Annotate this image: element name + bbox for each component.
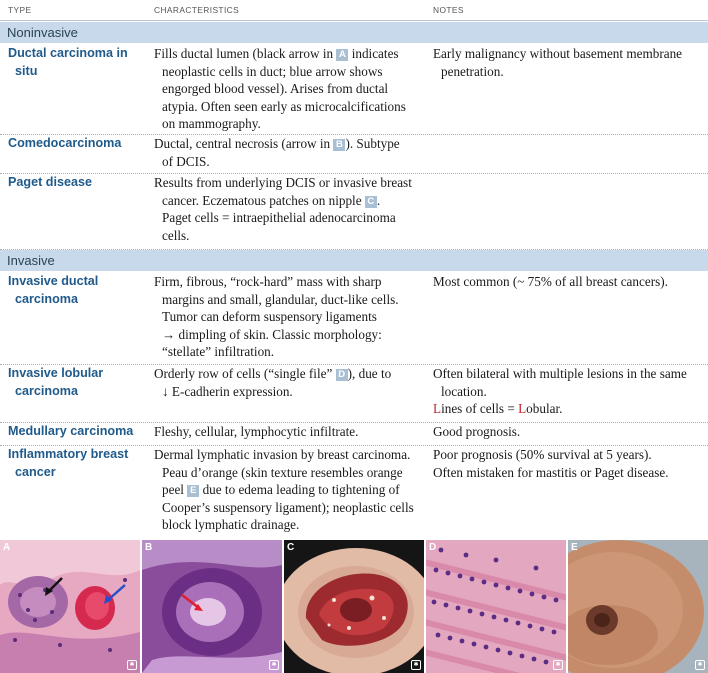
ref-box-d: D — [335, 369, 348, 381]
photo-label: E — [571, 542, 578, 553]
histology-dcis-image: A ✱ — [0, 540, 140, 673]
notes-cell: Early malignancy without basement membra… — [433, 46, 683, 79]
watermark-icon: ✱ — [411, 660, 421, 670]
characteristics-cell: Fills ductal lumen (black arrow in A ind… — [154, 46, 406, 131]
table-row-paget-disease: Paget disease Results from underlying DC… — [0, 174, 708, 250]
histology-comedo-image: B ✱ — [142, 540, 282, 673]
table-row-comedocarcinoma: Comedocarcinoma Ductal, central necrosis… — [0, 135, 708, 174]
ref-box-a: A — [336, 49, 349, 61]
paget-nipple-photo: C ✱ — [284, 540, 424, 673]
notes-cell: Poor prognosis (50% survival at 5 years)… — [433, 447, 669, 480]
characteristics-cell: Ductal, central necrosis (arrow in B). S… — [154, 136, 400, 169]
ref-box-b: B — [333, 139, 346, 151]
table-row-invasive-lobular: Invasive lobular carcinoma Orderly row o… — [0, 365, 708, 423]
type-cell: Invasive lobular carcinoma — [8, 366, 104, 398]
table-row-inflammatory: Inflammatory breast cancer Dermal lympha… — [0, 446, 708, 538]
table-row-dcis: Ductal carcinoma in situ Fills ductal lu… — [0, 45, 708, 135]
section-noninvasive: Noninvasive — [0, 22, 708, 43]
header-characteristics: CHARACTERISTICS — [154, 5, 240, 15]
ref-box-c: C — [364, 195, 377, 208]
watermark-icon: ✱ — [127, 660, 137, 670]
characteristics-cell: Dermal lymphatic invasion by breast carc… — [154, 447, 414, 532]
photo-label: C — [287, 542, 295, 553]
table-row-invasive-ductal: Invasive ductal carcinoma Firm, fibrous,… — [0, 273, 708, 365]
characteristics-cell: Firm, fibrous, “rock-hard” mass with sha… — [154, 274, 399, 359]
notes-cell: Often bilateral with multiple lesions in… — [433, 366, 687, 416]
characteristics-cell: Results from underlying DCIS or invasive… — [154, 175, 412, 243]
peau-dorange-photo: E ✱ — [568, 540, 708, 673]
watermark-icon: ✱ — [269, 660, 279, 670]
type-cell: Ductal carcinoma in situ — [8, 46, 128, 78]
photo-label: D — [429, 542, 437, 553]
watermark-icon: ✱ — [695, 660, 705, 670]
type-cell: Medullary carcinoma — [8, 424, 134, 438]
type-cell: Inflammatory breast cancer — [8, 447, 129, 479]
header-notes: NOTES — [433, 5, 464, 15]
breast-carcinoma-table: TYPE CHARACTERISTICS NOTES Noninvasive D… — [0, 0, 708, 673]
image-strip: A ✱ B ✱ C ✱ D ✱ E ✱ — [0, 540, 708, 673]
notes-cell: Most common (~ 75% of all breast cancers… — [433, 274, 668, 289]
notes-cell: Good prognosis. — [433, 424, 521, 439]
photo-label: A — [3, 542, 11, 553]
section-invasive: Invasive — [0, 250, 708, 271]
ref-box-e: E — [187, 485, 200, 497]
table-header: TYPE CHARACTERISTICS NOTES — [0, 0, 708, 21]
histology-lobular-image: D ✱ — [426, 540, 566, 673]
type-cell: Comedocarcinoma — [8, 136, 122, 150]
watermark-icon: ✱ — [553, 660, 563, 670]
characteristics-cell: Orderly row of cells (“single file” D), … — [154, 366, 392, 399]
section-label: Invasive — [7, 253, 55, 268]
header-type: TYPE — [8, 5, 32, 15]
type-cell: Invasive ductal carcinoma — [8, 274, 99, 306]
section-label: Noninvasive — [7, 25, 78, 40]
characteristics-cell: Fleshy, cellular, lymphocytic infiltrate… — [154, 424, 359, 439]
type-cell: Paget disease — [8, 175, 93, 189]
table-row-medullary: Medullary carcinoma Fleshy, cellular, ly… — [0, 423, 708, 446]
photo-label: B — [145, 542, 153, 553]
